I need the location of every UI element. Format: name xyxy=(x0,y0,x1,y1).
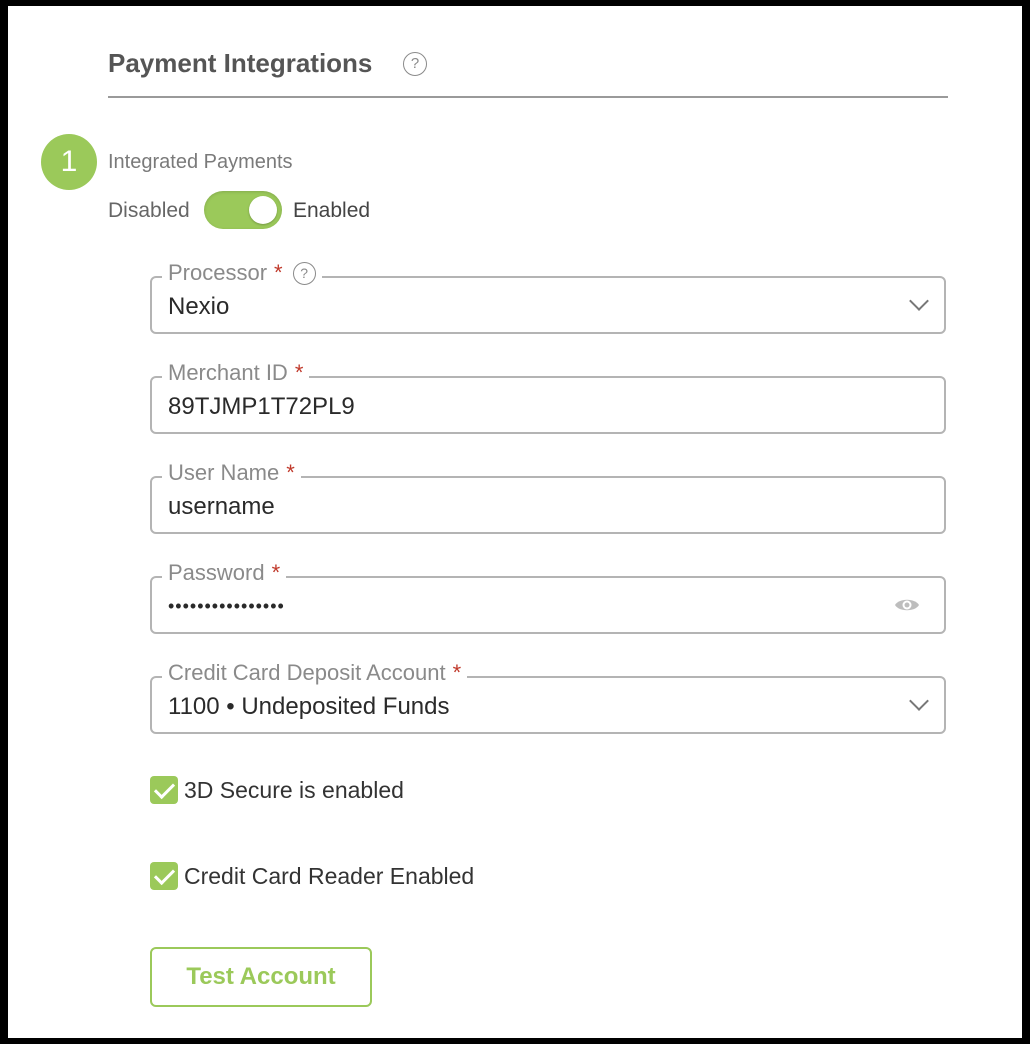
test-account-button[interactable]: Test Account xyxy=(150,947,372,1007)
password-label: Password * xyxy=(162,560,287,586)
processor-help-icon[interactable]: ? xyxy=(292,261,316,285)
user-name-label: User Name * xyxy=(162,460,301,486)
password-input[interactable]: •••••••••••••••• xyxy=(168,596,868,617)
toggle-disabled-label: Disabled xyxy=(108,199,190,222)
required-marker: * xyxy=(452,660,462,685)
processor-label: Processor * ? xyxy=(162,260,322,286)
user-name-input[interactable] xyxy=(168,493,868,521)
user-name-field: User Name * xyxy=(150,460,946,534)
merchant-id-label: Merchant ID * xyxy=(162,360,310,386)
card-reader-checkbox[interactable] xyxy=(150,862,178,890)
eye-icon[interactable] xyxy=(894,597,920,613)
required-marker: * xyxy=(294,360,304,385)
deposit-account-label: Credit Card Deposit Account * xyxy=(162,660,468,686)
merchant-id-label-text: Merchant ID xyxy=(168,360,288,385)
payment-integrations-panel: Payment Integrations ? 1 Integrated Paym… xyxy=(8,6,1022,1038)
processor-value: Nexio xyxy=(168,293,230,320)
user-name-label-text: User Name xyxy=(168,460,280,485)
step-number-badge: 1 xyxy=(41,134,97,190)
required-marker: * xyxy=(274,260,283,285)
processor-select[interactable]: Processor * ? Nexio xyxy=(150,260,946,334)
3d-secure-label: 3D Secure is enabled xyxy=(184,777,404,803)
integration-enabled-toggle[interactable] xyxy=(204,191,282,229)
merchant-id-field: Merchant ID * xyxy=(150,360,946,434)
page-title: Payment Integrations xyxy=(108,48,373,78)
section-header: Payment Integrations ? xyxy=(108,46,948,98)
required-marker: * xyxy=(286,460,295,485)
password-label-text: Password xyxy=(168,560,265,585)
3d-secure-checkbox[interactable] xyxy=(150,776,178,804)
password-field: Password * •••••••••••••••• xyxy=(150,560,946,634)
card-reader-label: Credit Card Reader Enabled xyxy=(184,863,475,889)
toggle-enabled-label: Enabled xyxy=(293,199,371,222)
integrated-payments-label: Integrated Payments xyxy=(108,151,293,173)
required-marker: * xyxy=(271,560,281,585)
processor-label-text: Processor xyxy=(168,260,268,285)
chevron-down-icon[interactable] xyxy=(909,291,929,311)
help-icon[interactable]: ? xyxy=(403,52,427,76)
deposit-account-label-text: Credit Card Deposit Account xyxy=(168,660,446,685)
merchant-id-input[interactable] xyxy=(168,393,868,421)
chevron-down-icon[interactable] xyxy=(909,691,929,711)
toggle-knob xyxy=(249,196,277,224)
deposit-account-value: 1100 • Undeposited Funds xyxy=(168,693,450,720)
deposit-account-select[interactable]: Credit Card Deposit Account * 1100 • Und… xyxy=(150,660,946,734)
